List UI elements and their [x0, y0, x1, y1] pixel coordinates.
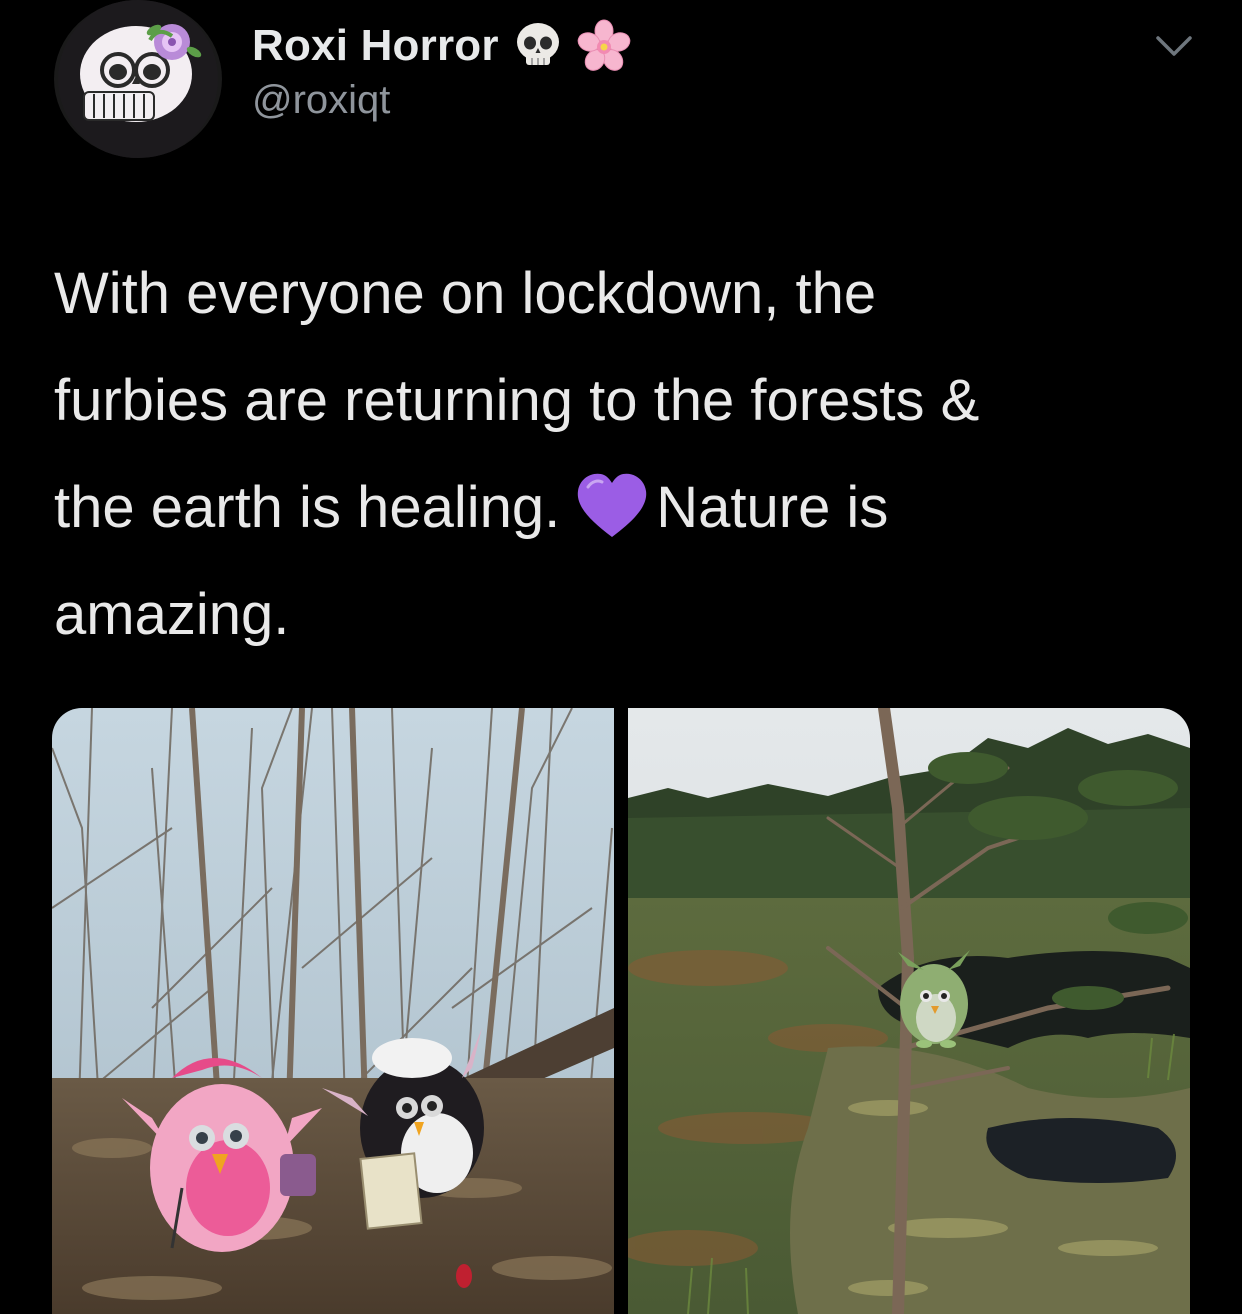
cherry-blossom-emoji-icon — [577, 19, 631, 73]
chevron-down-icon[interactable] — [1150, 26, 1198, 66]
photo-bog-furby[interactable] — [628, 708, 1190, 1314]
tweet-text-line: With everyone on lockdown, the — [54, 261, 877, 326]
display-name-row[interactable]: Roxi Horror — [252, 14, 631, 78]
skull-avatar-icon — [58, 0, 218, 158]
author-handle[interactable]: @roxiqt — [252, 78, 390, 123]
tweet-text-line: furbies are returning to the forests & — [54, 368, 980, 433]
tweet-text-segment: Nature is — [656, 475, 889, 540]
tweet-text-line: the earth is healing. Nature is — [54, 454, 1204, 561]
purple-heart-emoji-icon — [574, 469, 650, 541]
author-avatar[interactable] — [54, 0, 222, 158]
media-grid — [52, 708, 1190, 1314]
tweet: Roxi Horror @roxiqt With everyone on loc… — [0, 0, 1242, 1314]
display-name[interactable]: Roxi Horror — [252, 21, 499, 71]
skull-emoji-icon — [511, 19, 565, 73]
photo-forest-furbies[interactable] — [52, 708, 614, 1314]
tweet-text-segment: the earth is healing. — [54, 475, 561, 540]
tweet-text: With everyone on lockdown, the furbies a… — [54, 240, 1204, 668]
tweet-text-line: amazing. — [54, 582, 290, 647]
